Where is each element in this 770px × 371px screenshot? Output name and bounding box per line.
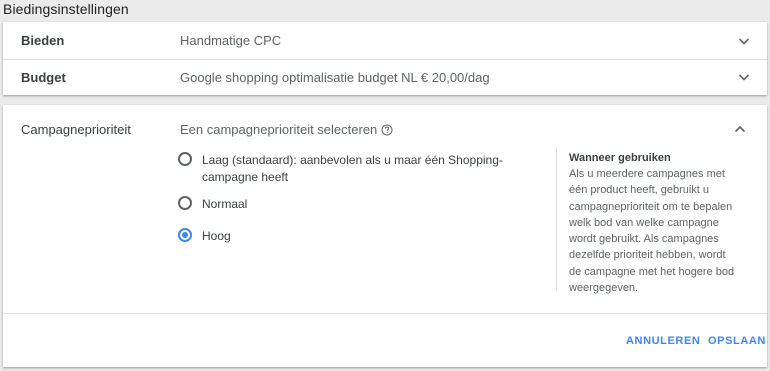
radio-option-high[interactable]: Hoog xyxy=(178,228,532,245)
row-value-budget: Google shopping optimalisatie budget NL … xyxy=(180,69,490,85)
row-budget[interactable]: Budget Google shopping optimalisatie bud… xyxy=(3,59,767,95)
row-label-budget: Budget xyxy=(21,69,66,85)
chevron-down-icon[interactable] xyxy=(737,34,751,48)
priority-label: Campagneprioriteit xyxy=(21,122,131,137)
bid-settings-card: Bieden Handmatige CPC Budget Google shop… xyxy=(3,22,767,95)
radio-option-low[interactable]: Laag (standaard): aanbevolen als u maar … xyxy=(178,152,532,186)
chevron-down-icon[interactable] xyxy=(737,70,751,84)
cancel-button[interactable]: ANNULEREN xyxy=(626,335,700,347)
help-body: Als u meerdere campagnes met één product… xyxy=(569,168,735,295)
radio-option-normal[interactable]: Normaal xyxy=(178,196,532,213)
campaign-priority-card: Campagneprioriteit Een campagneprioritei… xyxy=(3,105,767,367)
save-button[interactable]: OPSLAAN xyxy=(708,335,766,347)
section-title: Biedingsinstellingen xyxy=(3,1,129,17)
priority-prompt: Een campagneprioriteit selecteren xyxy=(180,122,393,137)
radio-button-selected[interactable] xyxy=(178,228,192,242)
radio-label-low: Laag (standaard): aanbevolen als u maar … xyxy=(202,153,503,184)
priority-prompt-text: Een campagneprioriteit selecteren xyxy=(180,122,378,137)
row-label-bidding: Bieden xyxy=(21,33,65,48)
radio-label-normal: Normaal xyxy=(202,197,248,211)
row-bidding[interactable]: Bieden Handmatige CPC xyxy=(3,22,767,60)
row-value-bidding: Handmatige CPC xyxy=(180,33,282,48)
question-circle-icon[interactable] xyxy=(381,124,393,136)
divider xyxy=(3,313,767,314)
radio-button[interactable] xyxy=(178,152,192,166)
radio-button[interactable] xyxy=(178,196,192,210)
help-title: Wanneer gebruiken xyxy=(569,152,671,164)
chevron-up-icon[interactable] xyxy=(733,122,747,136)
help-panel: Wanneer gebruiken Als u meerdere campagn… xyxy=(556,147,739,294)
radio-label-high: Hoog xyxy=(202,229,231,243)
